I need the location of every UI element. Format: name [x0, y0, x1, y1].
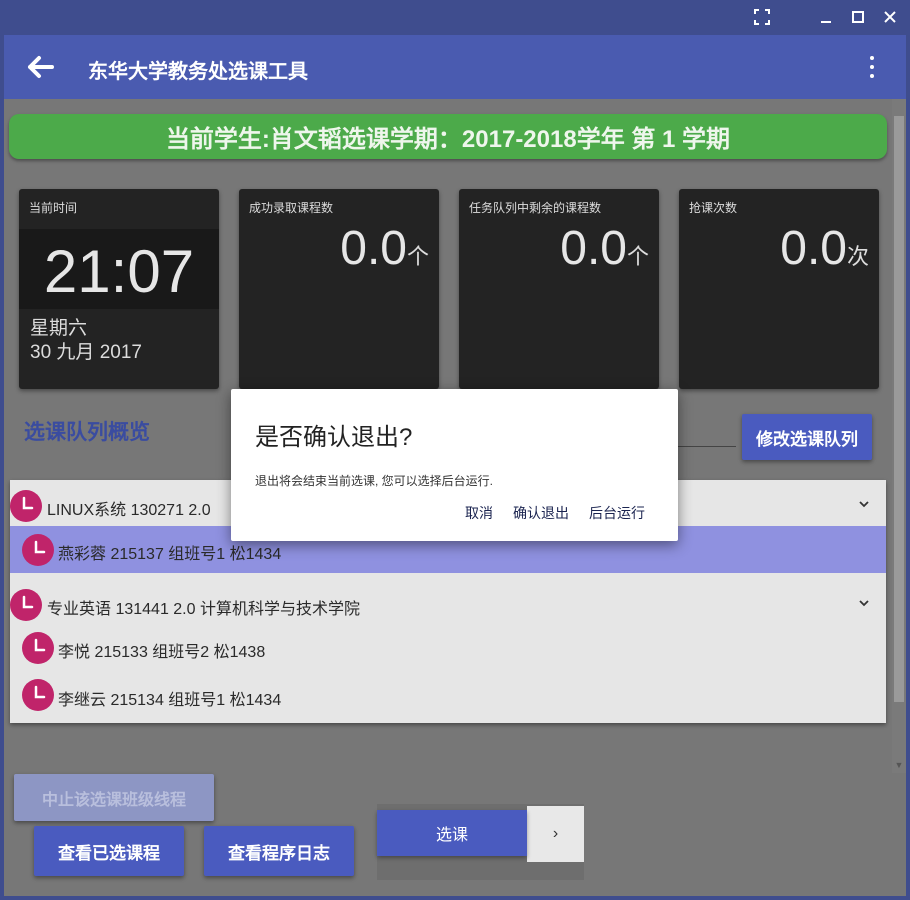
stop-thread-button[interactable]: 中止该选课班级线程 [14, 774, 214, 821]
value-unit: 次 [846, 244, 869, 269]
run-in-background-button[interactable]: 后台运行 [589, 503, 645, 523]
queue-overview-title: 选课队列概览 [24, 421, 150, 444]
scrollbar-thumb[interactable] [894, 116, 904, 702]
app-title: 东华大学教务处选课工具 [88, 61, 308, 83]
current-time-card: 当前时间 21:07 星期六 30 九月 2017 [19, 189, 219, 389]
close-icon[interactable] [879, 6, 901, 28]
dialog-title: 是否确认退出? [255, 424, 413, 451]
start-selection-button[interactable]: 选课 [377, 810, 527, 856]
window-titlebar [0, 0, 910, 35]
edit-queue-button[interactable]: 修改选课队列 [742, 414, 872, 460]
exit-confirm-dialog: 是否确认退出? 退出将会结束当前选课, 您可以选择后台运行. 取消 确认退出 后… [231, 389, 678, 541]
date: 30 九月 2017 [30, 342, 142, 363]
value-number: 0.0 [780, 222, 847, 275]
arrow-left-icon[interactable] [22, 50, 58, 84]
dialog-message: 退出将会结束当前选课, 您可以选择后台运行. [255, 474, 494, 488]
student-term-banner: 当前学生:肖文韬选课学期：2017-2018学年 第 1 学期 [9, 114, 887, 159]
course-group-title[interactable]: LINUX系统 130271 2.0 [47, 496, 211, 520]
clock-time: 21:07 [43, 238, 195, 305]
clock-icon [22, 679, 54, 711]
minimize-icon[interactable] [815, 6, 837, 28]
value-unit: 个 [626, 244, 649, 269]
card-label: 抢课次数 [689, 201, 738, 215]
chevron-down-icon[interactable] [858, 497, 870, 513]
next-button[interactable]: › [527, 806, 584, 862]
cancel-button[interactable]: 取消 [465, 503, 493, 523]
clock-icon [10, 490, 42, 522]
confirm-exit-button[interactable]: 确认退出 [513, 503, 569, 523]
class-item-text[interactable]: 李继云 215134 组班号1 松1434 [58, 686, 281, 710]
card-label: 任务队列中剩余的课程数 [469, 201, 602, 215]
card-value: 0.0个 [560, 221, 649, 276]
card-value: 0.0次 [780, 221, 869, 276]
class-item-text[interactable]: 李悦 215133 组班号2 松1438 [58, 638, 265, 662]
weekday: 星期六 [30, 318, 88, 339]
chevron-down-icon[interactable] [858, 596, 870, 612]
clock-icon [22, 632, 54, 664]
view-log-button[interactable]: 查看程序日志 [204, 826, 354, 876]
clock-icon [22, 534, 54, 566]
maximize-icon[interactable] [847, 6, 869, 28]
scroll-down-icon[interactable]: ▼ [892, 758, 906, 772]
card-label: 当前时间 [29, 201, 78, 215]
card-label: 成功录取课程数 [249, 201, 334, 215]
value-unit: 个 [406, 244, 429, 269]
more-vertical-icon[interactable] [862, 52, 882, 82]
remaining-count-card: 任务队列中剩余的课程数 0.0个 [459, 189, 659, 389]
course-group-title[interactable]: 专业英语 131441 2.0 计算机科学与技术学院 [47, 595, 360, 619]
class-item-text: 燕彩蓉 215137 组班号1 松1434 [58, 546, 282, 563]
clock-icon [10, 589, 42, 621]
value-number: 0.0 [340, 222, 407, 275]
card-value: 0.0个 [340, 221, 429, 276]
value-number: 0.0 [560, 222, 627, 275]
view-selected-courses-button[interactable]: 查看已选课程 [34, 826, 184, 876]
fullscreen-icon[interactable] [751, 6, 773, 28]
divider [672, 446, 736, 447]
attempt-count-card: 抢课次数 0.0次 [679, 189, 879, 389]
success-count-card: 成功录取课程数 0.0个 [239, 189, 439, 389]
